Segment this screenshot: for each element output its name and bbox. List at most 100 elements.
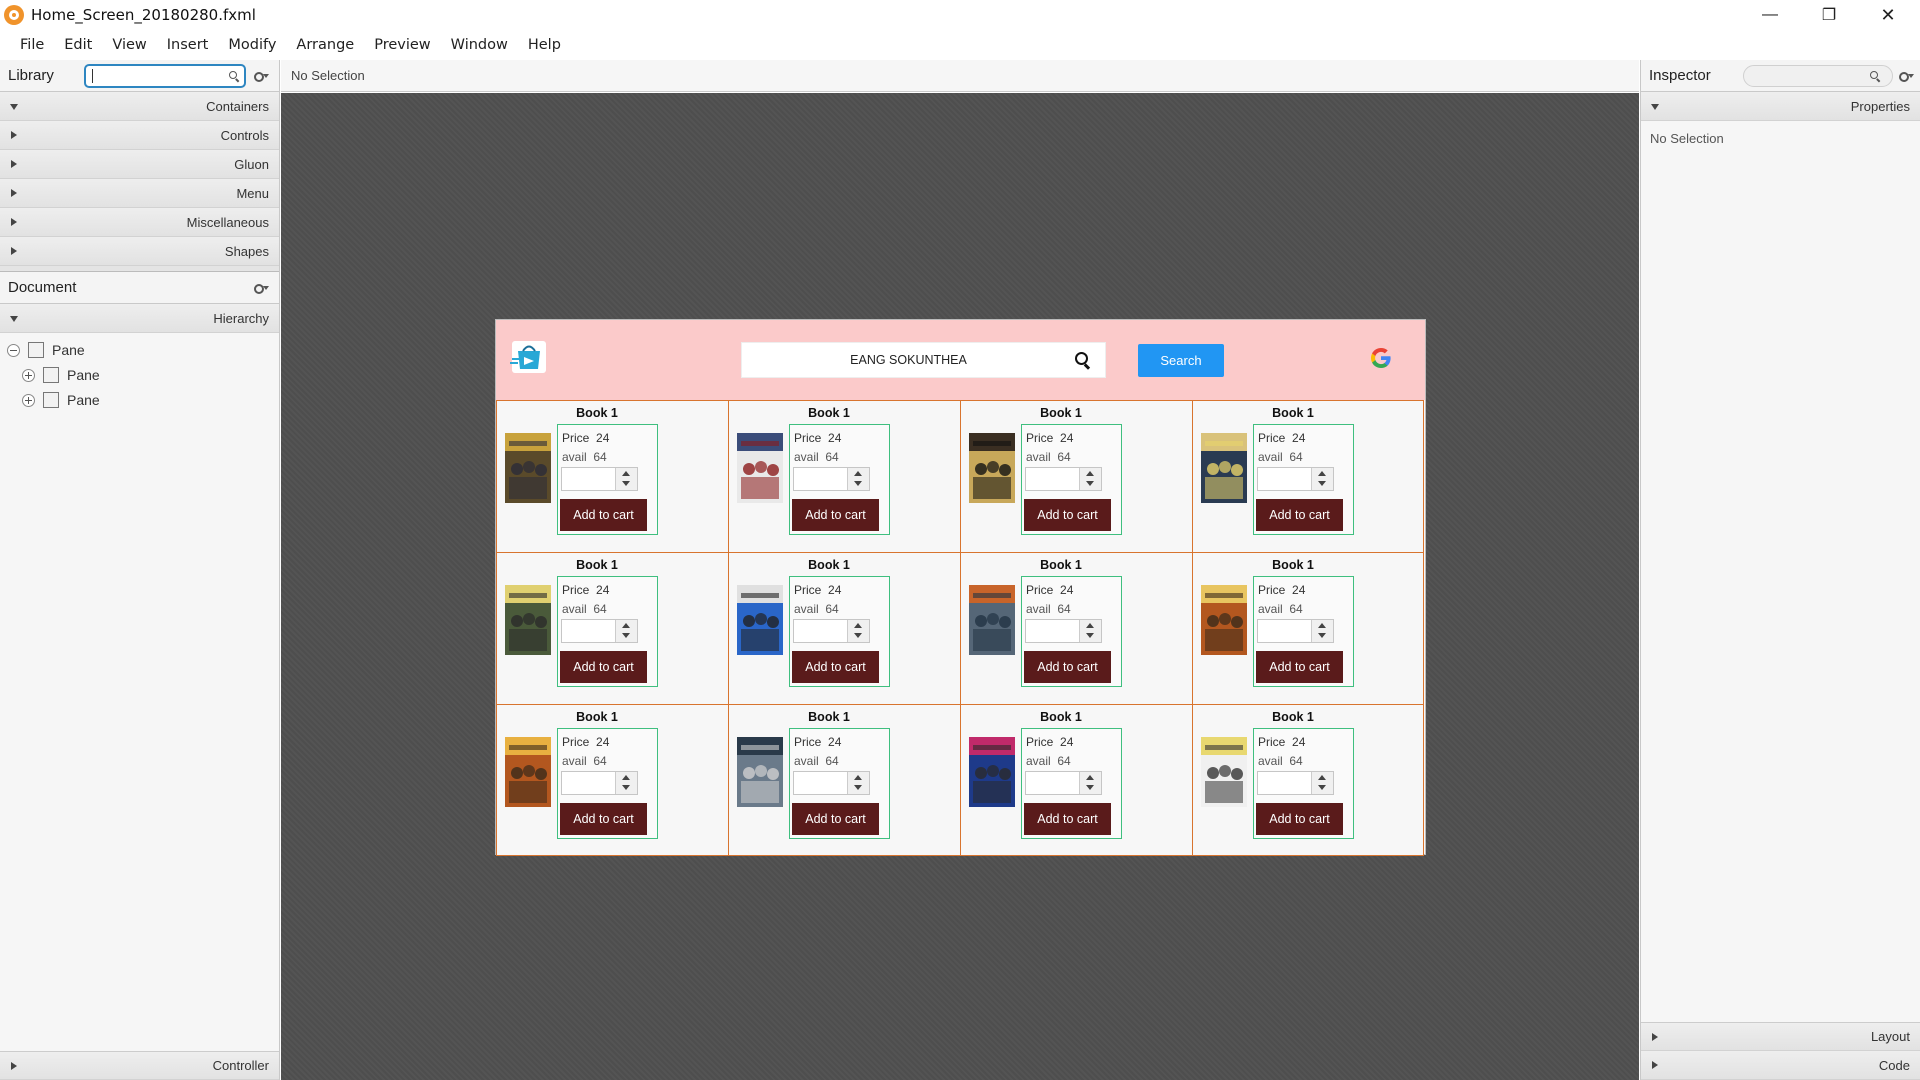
price-value: 24 xyxy=(1060,431,1074,445)
hierarchy-section[interactable]: Hierarchy xyxy=(0,304,279,333)
decrement-arrow-icon[interactable] xyxy=(1318,633,1326,638)
tree-item-pane-root[interactable]: Pane xyxy=(0,338,279,363)
quantity-stepper[interactable] xyxy=(793,467,870,491)
avail-value: 64 xyxy=(1289,602,1303,616)
search-icon[interactable] xyxy=(1075,352,1091,368)
decrement-arrow-icon[interactable] xyxy=(854,633,862,638)
add-to-cart-button[interactable]: Add to cart xyxy=(792,499,879,531)
menu-preview[interactable]: Preview xyxy=(364,37,440,53)
library-search-input[interactable] xyxy=(84,64,246,88)
add-to-cart-button[interactable]: Add to cart xyxy=(1024,499,1111,531)
avail-label: avail xyxy=(794,602,819,616)
document-settings-gear-icon[interactable] xyxy=(254,282,270,294)
increment-arrow-icon[interactable] xyxy=(854,471,862,476)
add-to-cart-button[interactable]: Add to cart xyxy=(1256,803,1343,835)
add-to-cart-button[interactable]: Add to cart xyxy=(560,651,647,683)
quantity-stepper[interactable] xyxy=(1257,467,1334,491)
menu-help[interactable]: Help xyxy=(518,37,571,53)
code-section[interactable]: Code xyxy=(1641,1051,1920,1080)
decrement-arrow-icon[interactable] xyxy=(1086,481,1094,486)
quantity-stepper[interactable] xyxy=(1025,467,1102,491)
add-to-cart-button[interactable]: Add to cart xyxy=(792,651,879,683)
close-button[interactable]: ✕ xyxy=(1859,0,1917,30)
quantity-stepper[interactable] xyxy=(561,771,638,795)
decrement-arrow-icon[interactable] xyxy=(854,481,862,486)
controller-section[interactable]: Controller xyxy=(0,1051,279,1080)
add-to-cart-button[interactable]: Add to cart xyxy=(1024,803,1111,835)
decrement-arrow-icon[interactable] xyxy=(1086,633,1094,638)
collapsed-arrow-icon xyxy=(1652,1033,1658,1041)
library-section-miscellaneous[interactable]: Miscellaneous xyxy=(0,208,279,237)
library-section-menu[interactable]: Menu xyxy=(0,179,279,208)
library-section-gluon[interactable]: Gluon xyxy=(0,150,279,179)
quantity-stepper[interactable] xyxy=(561,467,638,491)
book-cover-image xyxy=(1201,737,1247,807)
quantity-stepper[interactable] xyxy=(1025,619,1102,643)
menu-insert[interactable]: Insert xyxy=(157,37,219,53)
search-button[interactable]: Search xyxy=(1138,344,1224,377)
expand-toggle-icon[interactable] xyxy=(22,394,35,407)
minimize-button[interactable]: — xyxy=(1741,0,1799,30)
designed-pane[interactable]: EANG SOKUNTHEA Search Book 1 Price 24 av… xyxy=(495,319,1426,856)
menu-window[interactable]: Window xyxy=(441,37,518,53)
decrement-arrow-icon[interactable] xyxy=(1086,785,1094,790)
library-section-shapes[interactable]: Shapes xyxy=(0,237,279,266)
price-text: Price 24 xyxy=(794,583,841,597)
quantity-stepper[interactable] xyxy=(793,619,870,643)
add-to-cart-button[interactable]: Add to cart xyxy=(1256,499,1343,531)
add-to-cart-button[interactable]: Add to cart xyxy=(560,499,647,531)
maximize-button[interactable]: ❐ xyxy=(1800,0,1858,30)
quantity-stepper[interactable] xyxy=(793,771,870,795)
inspector-settings-gear-icon[interactable] xyxy=(1899,70,1915,82)
decrement-arrow-icon[interactable] xyxy=(622,481,630,486)
decrement-arrow-icon[interactable] xyxy=(1318,785,1326,790)
quantity-stepper[interactable] xyxy=(561,619,638,643)
add-to-cart-button[interactable]: Add to cart xyxy=(1256,651,1343,683)
menu-modify[interactable]: Modify xyxy=(218,37,286,53)
app-search-input[interactable]: EANG SOKUNTHEA xyxy=(741,342,1106,378)
quantity-stepper[interactable] xyxy=(1257,771,1334,795)
expand-toggle-icon[interactable] xyxy=(22,369,35,382)
inspector-search-input[interactable] xyxy=(1743,65,1893,87)
library-section-controls[interactable]: Controls xyxy=(0,121,279,150)
decrement-arrow-icon[interactable] xyxy=(622,785,630,790)
library-section-containers[interactable]: Containers xyxy=(0,92,279,121)
quantity-stepper[interactable] xyxy=(1257,619,1334,643)
add-to-cart-button[interactable]: Add to cart xyxy=(1024,651,1111,683)
increment-arrow-icon[interactable] xyxy=(1318,623,1326,628)
book-cover-image xyxy=(737,433,783,503)
increment-arrow-icon[interactable] xyxy=(1318,471,1326,476)
increment-arrow-icon[interactable] xyxy=(1086,471,1094,476)
avail-value: 64 xyxy=(825,602,839,616)
increment-arrow-icon[interactable] xyxy=(854,623,862,628)
increment-arrow-icon[interactable] xyxy=(1086,623,1094,628)
add-to-cart-button[interactable]: Add to cart xyxy=(560,803,647,835)
collapse-toggle-icon[interactable] xyxy=(7,344,20,357)
menu-file[interactable]: File xyxy=(10,37,54,53)
add-to-cart-button[interactable]: Add to cart xyxy=(792,803,879,835)
tree-item-label: Pane xyxy=(52,342,85,358)
properties-section[interactable]: Properties xyxy=(1641,92,1920,121)
increment-arrow-icon[interactable] xyxy=(622,623,630,628)
menu-arrange[interactable]: Arrange xyxy=(286,37,364,53)
menu-view[interactable]: View xyxy=(102,37,156,53)
expanded-arrow-icon xyxy=(10,104,18,110)
increment-arrow-icon[interactable] xyxy=(1086,775,1094,780)
library-settings-gear-icon[interactable] xyxy=(254,70,270,82)
increment-arrow-icon[interactable] xyxy=(854,775,862,780)
increment-arrow-icon[interactable] xyxy=(622,775,630,780)
google-icon[interactable] xyxy=(1369,346,1393,370)
price-text: Price 24 xyxy=(794,735,841,749)
increment-arrow-icon[interactable] xyxy=(1318,775,1326,780)
tree-item-pane-child-2[interactable]: Pane xyxy=(0,388,279,413)
price-value: 24 xyxy=(596,431,610,445)
tree-item-pane-child-1[interactable]: Pane xyxy=(0,363,279,388)
decrement-arrow-icon[interactable] xyxy=(854,785,862,790)
layout-section[interactable]: Layout xyxy=(1641,1022,1920,1051)
decrement-arrow-icon[interactable] xyxy=(1318,481,1326,486)
menu-edit[interactable]: Edit xyxy=(54,37,102,53)
quantity-stepper[interactable] xyxy=(1025,771,1102,795)
increment-arrow-icon[interactable] xyxy=(622,471,630,476)
decrement-arrow-icon[interactable] xyxy=(622,633,630,638)
stepper-buttons xyxy=(615,468,637,490)
